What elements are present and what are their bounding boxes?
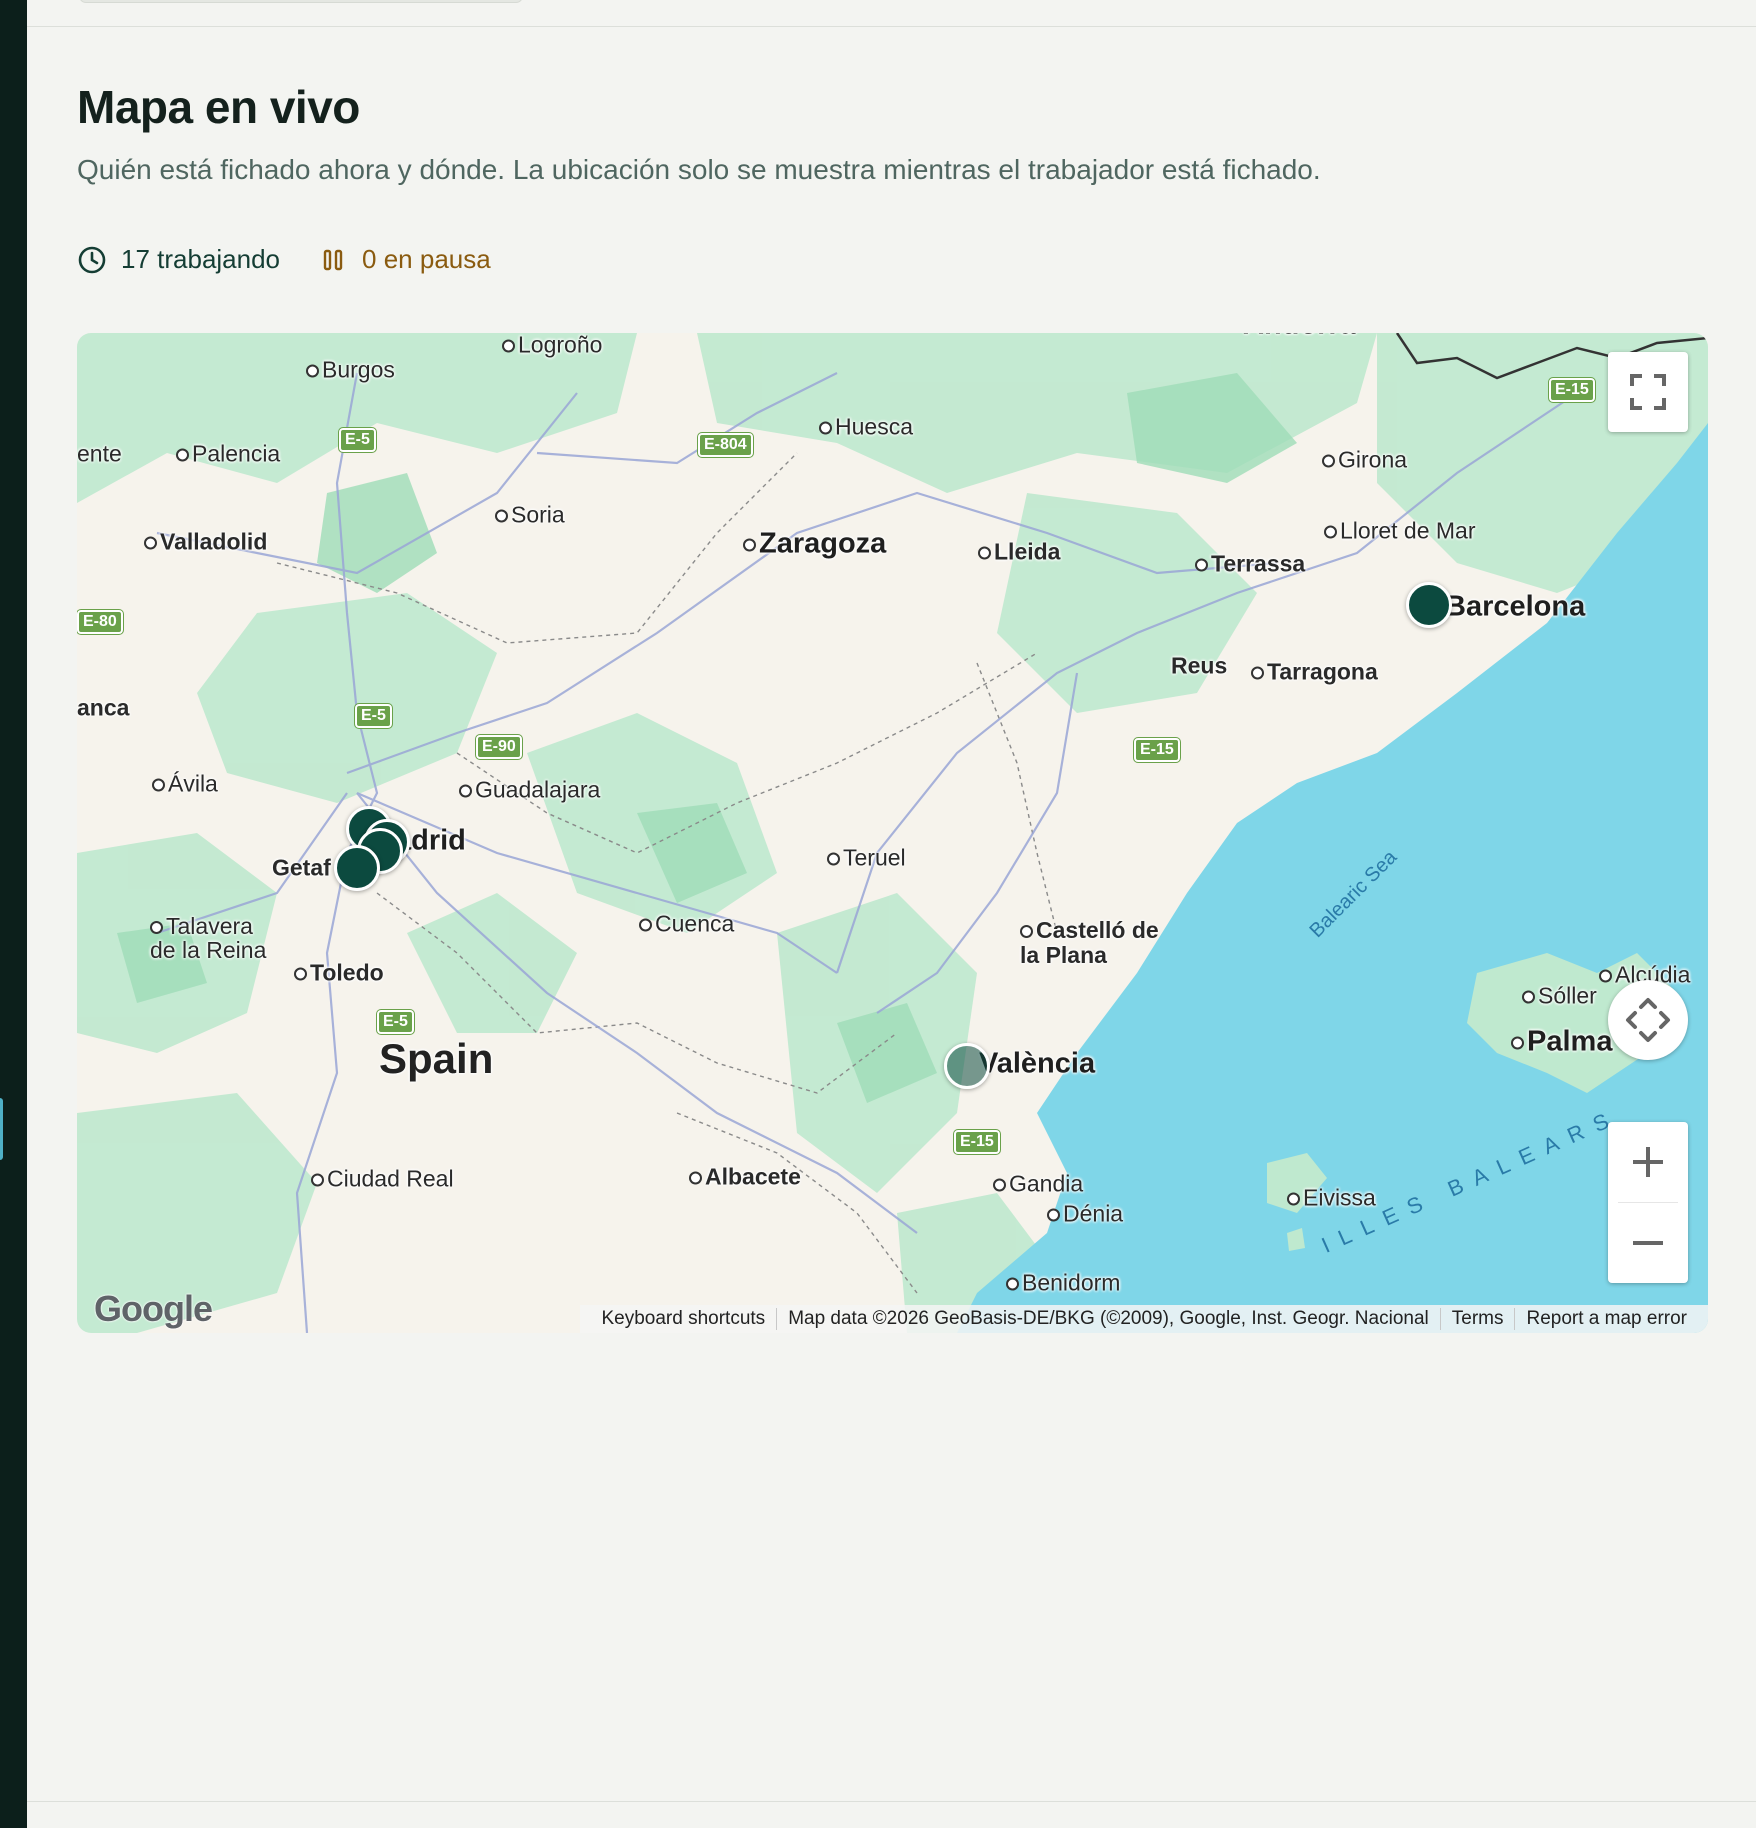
status-summary: 17 trabajando 0 en pausa	[77, 244, 529, 275]
city-castello: Castelló de la Plana	[1020, 918, 1170, 968]
terms-link[interactable]: Terms	[1439, 1308, 1515, 1330]
city-logrono: Logroño	[502, 333, 602, 359]
city-talavera: Talavera de la Reina	[150, 914, 270, 962]
city-lloret: Lloret de Mar	[1324, 518, 1476, 545]
city-gandia: Gandia	[993, 1171, 1083, 1198]
road-e80: E-80	[77, 609, 124, 635]
road-e15-north: E-15	[1548, 377, 1596, 403]
city-teruel: Teruel	[827, 845, 906, 872]
page-title: Mapa en vivo	[77, 81, 360, 133]
city-valladolid: Valladolid	[144, 529, 267, 556]
city-albacete: Albacete	[689, 1164, 801, 1191]
city-barcelona: Barcelona	[1445, 590, 1586, 623]
city-soria: Soria	[495, 502, 565, 529]
city-valencia: València	[979, 1047, 1096, 1080]
city-guadalajara: Guadalajara	[459, 777, 600, 804]
live-map[interactable]: Logroño Burgos Huesca Palencia ente Giro…	[77, 333, 1708, 1333]
road-e15-mid: E-15	[1133, 737, 1181, 763]
keyboard-shortcuts-link[interactable]: Keyboard shortcuts	[590, 1308, 776, 1330]
worker-pin[interactable]	[334, 845, 380, 891]
top-search-field[interactable]	[79, 0, 523, 3]
footer-divider	[27, 1801, 1756, 1802]
report-error-link[interactable]: Report a map error	[1514, 1308, 1698, 1330]
city-terrassa: Terrassa	[1195, 551, 1305, 578]
road-e15-south: E-15	[953, 1129, 1001, 1155]
minus-icon	[1633, 1241, 1663, 1245]
city-soller: Sóller	[1522, 983, 1597, 1010]
fullscreen-icon	[1630, 374, 1666, 410]
road-e804: E-804	[697, 432, 754, 458]
city-getafe: Getaf	[272, 854, 331, 881]
worker-pin[interactable]	[944, 1043, 990, 1089]
working-count: 17 trabajando	[77, 244, 280, 275]
road-e5-south: E-5	[376, 1009, 415, 1035]
road-e5-mid: E-5	[354, 703, 393, 729]
map-data-text: Map data ©2026 GeoBasis-DE/BKG (©2009), …	[776, 1308, 1440, 1330]
google-logo[interactable]: Google	[94, 1288, 213, 1330]
city-burgos: Burgos	[306, 357, 395, 384]
worker-pin[interactable]	[1406, 582, 1452, 628]
city-ciudad-real: Ciudad Real	[311, 1166, 454, 1193]
fullscreen-button[interactable]	[1608, 352, 1688, 432]
road-e5-north: E-5	[338, 427, 377, 453]
move-arrows-icon	[1626, 998, 1670, 1042]
top-bar	[27, 0, 1756, 27]
city-toledo: Toledo	[294, 960, 384, 987]
sidebar-active-indicator[interactable]	[0, 1098, 3, 1160]
city-zaragoza: Zaragoza	[743, 528, 886, 561]
zoom-out-button[interactable]	[1608, 1203, 1688, 1283]
city-palencia: Palencia	[176, 441, 280, 468]
city-ente: ente	[77, 440, 122, 467]
city-denia: Dénia	[1047, 1201, 1123, 1228]
city-girona: Girona	[1322, 447, 1407, 474]
working-count-label: 17 trabajando	[121, 244, 281, 274]
city-anca: anca	[77, 694, 130, 721]
paused-count-label: 0 en pausa	[362, 244, 491, 274]
country-andorra: Andorra	[1243, 333, 1356, 342]
paused-count: 0 en pausa	[318, 244, 491, 275]
app-sidebar	[0, 0, 27, 1828]
map-attribution: Keyboard shortcuts Map data ©2026 GeoBas…	[580, 1305, 1708, 1333]
camera-control-button[interactable]	[1608, 980, 1688, 1060]
zoom-in-button[interactable]	[1608, 1122, 1688, 1202]
city-avila: Ávila	[152, 771, 218, 798]
city-tarragona: Tarragona	[1251, 659, 1378, 686]
city-lleida: Lleida	[978, 539, 1060, 566]
city-palma: Palma	[1511, 1026, 1612, 1059]
city-cuenca: Cuenca	[639, 911, 734, 938]
country-spain: Spain	[379, 1035, 494, 1082]
city-huesca: Huesca	[819, 414, 913, 441]
city-eivissa: Eivissa	[1287, 1185, 1376, 1212]
pause-icon	[323, 249, 343, 270]
road-e90: E-90	[475, 734, 523, 760]
clock-icon	[78, 246, 106, 273]
zoom-control	[1608, 1122, 1688, 1283]
city-benidorm: Benidorm	[1006, 1270, 1120, 1297]
city-reus: Reus	[1171, 652, 1228, 679]
plus-icon	[1633, 1147, 1663, 1177]
page-subtitle: Quién está fichado ahora y dónde. La ubi…	[77, 154, 1321, 185]
